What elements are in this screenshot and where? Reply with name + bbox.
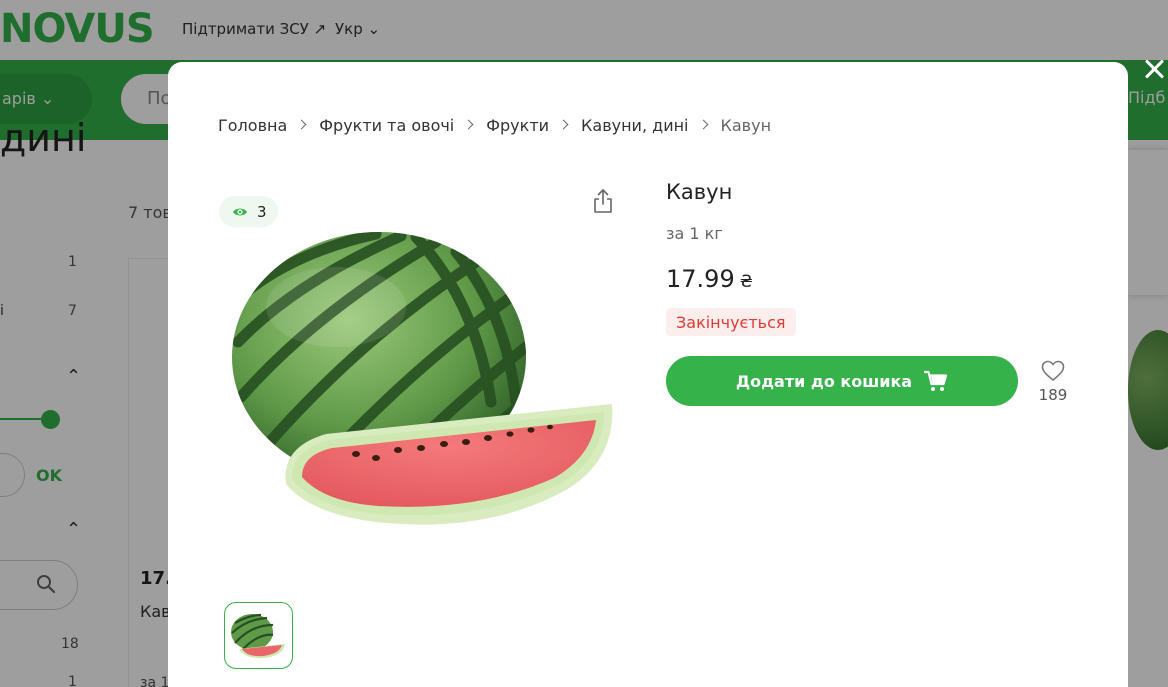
breadcrumb-fruits-vegetables[interactable]: Фрукти та овочі	[319, 116, 454, 135]
views-count: 3	[257, 202, 267, 221]
price-currency: ₴	[739, 272, 753, 292]
favorites-count: 189	[1038, 386, 1068, 404]
add-to-cart-button[interactable]: Додати до кошика	[666, 356, 1018, 406]
cart-icon	[924, 370, 948, 391]
eye-icon	[233, 208, 247, 215]
stock-status-badge: Закінчується	[666, 308, 796, 336]
chevron-right-icon	[698, 119, 708, 130]
breadcrumb-fruits[interactable]: Фрукти	[486, 116, 549, 135]
product-modal: Головна Фрукти та овочі Фрукти Кавуни, д…	[168, 62, 1128, 687]
product-unit: за 1 кг	[666, 224, 723, 243]
heart-icon	[1041, 360, 1065, 381]
add-to-cart-label: Додати до кошика	[735, 371, 913, 391]
breadcrumb: Головна Фрукти та овочі Фрукти Кавуни, д…	[218, 116, 771, 135]
chevron-right-icon	[463, 119, 474, 130]
breadcrumb-watermelons-melons[interactable]: Кавуни, дині	[581, 116, 688, 135]
price-value: 17.99	[666, 265, 735, 293]
breadcrumb-home[interactable]: Головна	[218, 116, 287, 135]
chevron-right-icon	[558, 119, 569, 130]
product-image	[232, 232, 613, 525]
chevron-right-icon	[296, 119, 307, 130]
breadcrumb-current: Кавун	[720, 116, 772, 135]
thumbnail-image[interactable]	[224, 602, 293, 669]
close-icon[interactable]	[1141, 56, 1167, 82]
product-price: 17.99 ₴	[666, 265, 753, 293]
share-icon[interactable]	[592, 188, 614, 214]
product-title: Кавун	[666, 180, 733, 204]
